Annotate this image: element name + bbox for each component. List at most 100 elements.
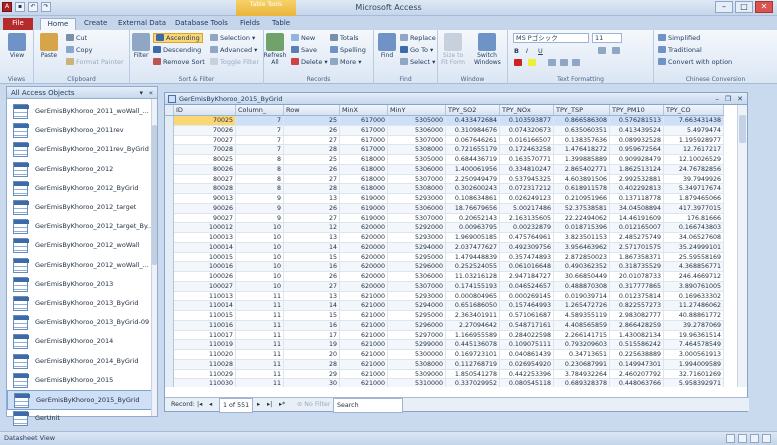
view-button[interactable]: View: [4, 33, 30, 59]
column-header[interactable]: MinX: [340, 105, 388, 115]
column-header[interactable]: MinY: [388, 105, 446, 115]
table-cell[interactable]: 0.074320673: [500, 125, 554, 136]
table-row[interactable]: 110013 11 13 621000 5293000 0.000804965 0.0002…: [165, 291, 724, 302]
tab-create[interactable]: Create: [80, 18, 111, 30]
font-size-select[interactable]: 11: [592, 33, 622, 43]
find-button[interactable]: Find: [374, 33, 400, 59]
table-cell[interactable]: 5307000: [388, 174, 446, 185]
record-selector[interactable]: [165, 164, 174, 175]
nav-item[interactable]: GerEmisByKhoroo_2012: [7, 160, 152, 180]
advanced-button[interactable]: Advanced ▾: [210, 45, 257, 55]
table-cell[interactable]: 5297000: [388, 330, 446, 341]
table-cell[interactable]: 0.016166507: [500, 135, 554, 146]
new-record-button[interactable]: New: [291, 33, 315, 43]
table-cell[interactable]: 7: [236, 116, 284, 126]
table-cell[interactable]: 10: [236, 233, 284, 243]
table-cell[interactable]: 18.76679656: [446, 203, 500, 214]
align-left-button[interactable]: [548, 58, 558, 68]
table-cell[interactable]: 5292000: [388, 223, 446, 233]
table-cell[interactable]: 0.000269145: [500, 291, 554, 302]
table-cell[interactable]: 0.166743803: [664, 223, 724, 233]
table-cell[interactable]: 110030: [174, 379, 236, 387]
record-selector[interactable]: [165, 311, 174, 321]
table-cell[interactable]: 0.721655179: [446, 145, 500, 155]
align-center-button[interactable]: [560, 58, 570, 68]
table-cell[interactable]: 110029: [174, 369, 236, 380]
table-cell[interactable]: 80028: [174, 184, 236, 194]
table-cell[interactable]: 90026: [174, 203, 236, 214]
column-header[interactable]: Column_: [236, 105, 284, 115]
table-cell[interactable]: 621000: [340, 311, 388, 321]
table-row[interactable]: 80027 8 27 618000 5307000 2.250949479 0.537945…: [165, 174, 724, 185]
table-cell[interactable]: 100026: [174, 272, 236, 282]
table-cell[interactable]: 620000: [340, 281, 388, 292]
table-cell[interactable]: 0.138357636: [554, 135, 610, 146]
table-cell[interactable]: 11: [236, 359, 284, 370]
table-cell[interactable]: 11: [236, 379, 284, 387]
table-cell[interactable]: 32.71601269: [664, 369, 724, 380]
table-cell[interactable]: 0.492309756: [500, 242, 554, 253]
table-cell[interactable]: 4.408565859: [554, 320, 610, 331]
table-cell[interactable]: 5.958392971: [664, 379, 724, 387]
table-cell[interactable]: 0.537945325: [500, 174, 554, 185]
table-cell[interactable]: 11.27486062: [664, 301, 724, 311]
table-cell[interactable]: 70025: [174, 116, 236, 126]
table-cell[interactable]: 80026: [174, 164, 236, 175]
nav-item[interactable]: GerEmisByKhoroo_2013: [7, 275, 152, 295]
column-header[interactable]: TPY_TSP: [554, 105, 610, 115]
table-cell[interactable]: 10: [236, 223, 284, 233]
table-cell[interactable]: 11: [236, 291, 284, 302]
refresh-all-button[interactable]: Refresh All: [262, 33, 288, 66]
table-cell[interactable]: 0.137118778: [610, 194, 664, 204]
paste-button[interactable]: Paste: [36, 33, 62, 59]
minimize-icon[interactable]: –: [715, 1, 733, 13]
table-cell[interactable]: 0.230687991: [554, 359, 610, 370]
shutter-bar-icon[interactable]: «: [149, 87, 153, 99]
record-selector[interactable]: [165, 330, 174, 341]
table-cell[interactable]: 35.24999101: [664, 242, 724, 253]
table-cell[interactable]: 1.850541278: [446, 369, 500, 380]
table-cell[interactable]: 15: [284, 252, 340, 263]
table-cell[interactable]: 0.689328378: [554, 379, 610, 387]
table-row[interactable]: 110017 11 17 621000 5297000 1.166955589 0.2840…: [165, 330, 724, 341]
table-cell[interactable]: 1.476418272: [554, 145, 610, 155]
nav-scrollbar[interactable]: [151, 99, 157, 416]
table-cell[interactable]: 1.994009589: [664, 359, 724, 370]
table-cell[interactable]: 80025: [174, 155, 236, 165]
table-cell[interactable]: 1.879465066: [664, 194, 724, 204]
table-cell[interactable]: 0.337029952: [446, 379, 500, 387]
table-row[interactable]: 100016 10 16 620000 5296000 0.252524055 0.0610…: [165, 262, 724, 272]
table-cell[interactable]: 26: [284, 203, 340, 214]
ascending-button[interactable]: Ascending: [153, 33, 203, 43]
nav-item[interactable]: GerUnit: [7, 409, 152, 429]
table-cell[interactable]: 14: [284, 242, 340, 253]
table-cell[interactable]: 2.872850023: [554, 252, 610, 263]
table-cell[interactable]: 26: [284, 272, 340, 282]
nav-item[interactable]: GerEmisByKhoroo_2011_woWall_...: [7, 102, 152, 122]
table-cell[interactable]: 16: [284, 320, 340, 331]
table-cell[interactable]: 5293000: [388, 291, 446, 302]
table-cell[interactable]: 34.06527608: [664, 233, 724, 243]
table-row[interactable]: 100027 10 27 620000 5307000 0.174155193 0.0465…: [165, 281, 724, 292]
table-cell[interactable]: 70028: [174, 145, 236, 155]
table-cell[interactable]: 5294000: [388, 242, 446, 253]
tab-home[interactable]: Home: [40, 18, 76, 30]
table-cell[interactable]: 619000: [340, 203, 388, 214]
table-cell[interactable]: 621000: [340, 301, 388, 311]
table-cell[interactable]: 12: [284, 223, 340, 233]
table-cell[interactable]: 5299000: [388, 340, 446, 350]
table-cell[interactable]: 26: [284, 164, 340, 175]
pivottable-view-icon[interactable]: [738, 434, 747, 443]
table-cell[interactable]: 27: [284, 281, 340, 292]
table-cell[interactable]: 2.363401911: [446, 311, 500, 321]
table-cell[interactable]: 2.163135605: [500, 213, 554, 224]
table-cell[interactable]: 2.983082777: [610, 311, 664, 321]
table-cell[interactable]: 100013: [174, 233, 236, 243]
replace-button[interactable]: Replace: [400, 33, 436, 43]
table-cell[interactable]: 4.368856771: [664, 262, 724, 272]
table-cell[interactable]: 0.108634861: [446, 194, 500, 204]
table-cell[interactable]: 621000: [340, 291, 388, 302]
table-cell[interactable]: 0.20652143: [446, 213, 500, 224]
table-cell[interactable]: 9: [236, 203, 284, 214]
table-cell[interactable]: 0.252524055: [446, 262, 500, 272]
